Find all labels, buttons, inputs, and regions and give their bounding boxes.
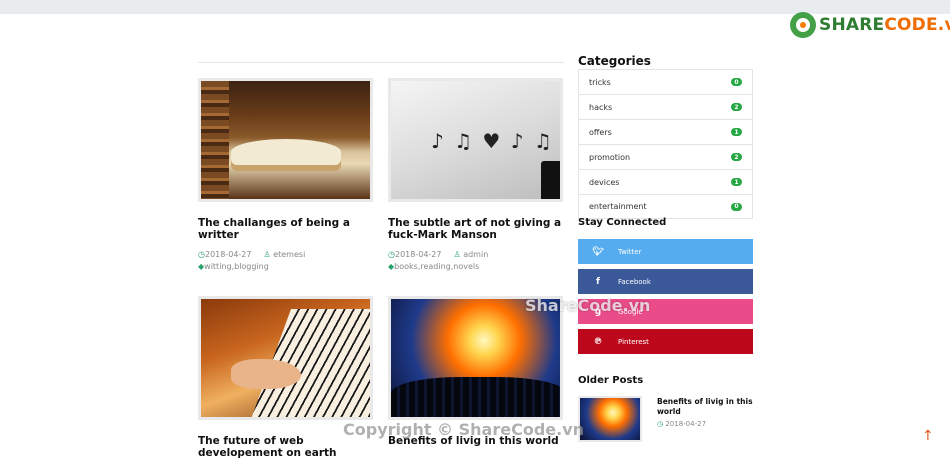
post-title[interactable]: The subtle art of not giving a fuck-Mark… bbox=[388, 217, 568, 241]
categories-heading: Categories bbox=[578, 54, 651, 68]
post-thumbnail[interactable] bbox=[198, 296, 373, 420]
facebook-button[interactable]: f Facebook bbox=[578, 269, 753, 294]
category-count-badge: 2 bbox=[731, 153, 742, 161]
logo-text: SHARECODE.vn bbox=[819, 15, 950, 35]
category-item[interactable]: promotion 2 bbox=[578, 144, 753, 169]
twitter-button[interactable]: 🐦︎ Twitter bbox=[578, 239, 753, 264]
stay-connected-heading: Stay Connected bbox=[578, 217, 667, 228]
category-count-badge: 1 bbox=[731, 128, 742, 136]
category-count-badge: 0 bbox=[731, 78, 742, 86]
post-meta: ◷2018-04-27 ♙ etemesi bbox=[198, 250, 375, 259]
post-tags[interactable]: ◆witting,blogging bbox=[198, 262, 375, 271]
clock-icon: ◷ bbox=[198, 250, 205, 259]
post-author[interactable]: ♙ etemesi bbox=[263, 250, 305, 259]
category-item[interactable]: hacks 2 bbox=[578, 94, 753, 119]
post-card[interactable]: The subtle art of not giving a fuck-Mark… bbox=[388, 78, 565, 271]
post-meta: ◷2018-04-27 ♙ admin bbox=[388, 250, 565, 259]
older-posts-heading: Older Posts bbox=[578, 375, 644, 386]
facebook-icon: f bbox=[596, 276, 600, 287]
post-thumbnail[interactable] bbox=[388, 78, 563, 202]
older-post-title[interactable]: Benefits of livig in this world bbox=[657, 397, 757, 417]
clock-icon: ◷ bbox=[657, 420, 664, 428]
post-title[interactable]: The challanges of being a writter bbox=[198, 217, 378, 241]
twitter-icon: 🐦︎ bbox=[592, 246, 604, 257]
category-count-badge: 1 bbox=[731, 178, 742, 186]
copyright-watermark: Copyright © ShareCode.vn bbox=[343, 420, 585, 439]
logo-icon bbox=[790, 12, 816, 38]
scroll-top-icon[interactable]: ↑ bbox=[922, 428, 934, 444]
post-thumbnail[interactable] bbox=[198, 78, 373, 202]
older-post-thumbnail[interactable] bbox=[578, 396, 642, 442]
older-post-date: ◷ 2018-04-27 bbox=[657, 420, 707, 428]
site-logo[interactable]: SHARECODE.vn bbox=[790, 10, 950, 40]
category-count-badge: 2 bbox=[731, 103, 742, 111]
post-date: ◷2018-04-27 bbox=[198, 250, 252, 259]
pinterest-icon: ℗ bbox=[593, 336, 603, 347]
pinterest-button[interactable]: ℗ Pinterest bbox=[578, 329, 753, 354]
post-date: ◷2018-04-27 bbox=[388, 250, 442, 259]
category-item[interactable]: devices 1 bbox=[578, 169, 753, 194]
post-tags[interactable]: ◆books,reading,novels bbox=[388, 262, 565, 271]
watermark: ShareCode.vn bbox=[525, 296, 651, 315]
category-list: tricks 0 hacks 2 offers 1 promotion 2 device… bbox=[578, 69, 753, 219]
clock-icon: ◷ bbox=[388, 250, 395, 259]
post-card[interactable]: The challanges of being a writter ◷2018-… bbox=[198, 78, 375, 271]
category-count-badge: 0 bbox=[731, 202, 742, 211]
categories-widget: Categories tricks 0 hacks 2 offers 1 promot… bbox=[578, 54, 753, 219]
user-icon: ♙ bbox=[453, 250, 461, 259]
category-item[interactable]: offers 1 bbox=[578, 119, 753, 144]
content-divider bbox=[198, 62, 564, 63]
category-item[interactable]: tricks 0 bbox=[578, 69, 753, 94]
category-item[interactable]: entertainment 0 bbox=[578, 194, 753, 219]
post-author[interactable]: ♙ admin bbox=[453, 250, 488, 259]
user-icon: ♙ bbox=[263, 250, 271, 259]
